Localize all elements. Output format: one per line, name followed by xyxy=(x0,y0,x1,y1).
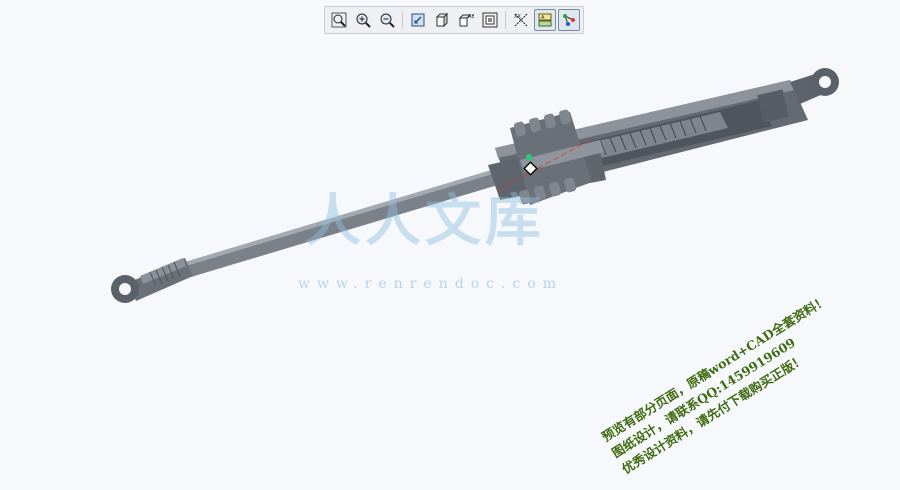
lower-rod-end xyxy=(111,258,193,303)
watermark-logo: 人人文库 xyxy=(305,189,545,254)
datum-axes-icon: XX xyxy=(514,13,528,27)
repaint-icon xyxy=(411,13,425,27)
zoom-out-button[interactable] xyxy=(376,9,398,31)
toolbar-separator xyxy=(402,11,403,29)
svg-text:A: A xyxy=(541,15,545,21)
zoom-fit-icon xyxy=(331,12,347,28)
named-view-icon: AB xyxy=(458,14,474,27)
datum-plane-icon: A xyxy=(538,13,552,27)
toolbar-separator xyxy=(505,11,506,29)
zoom-out-icon xyxy=(380,13,395,28)
display-style-button[interactable] xyxy=(431,9,453,31)
datum-point-icon xyxy=(563,14,575,26)
svg-text:AB: AB xyxy=(468,14,474,20)
svg-text:XX: XX xyxy=(514,14,521,20)
view-manager-icon xyxy=(482,12,498,28)
cube-icon xyxy=(435,12,449,28)
view-toolbar: AB XX A xyxy=(324,6,584,34)
point-display-button[interactable] xyxy=(558,9,580,31)
zoom-in-icon xyxy=(356,13,371,28)
datum-display-button[interactable]: XX xyxy=(510,9,532,31)
saved-views-button[interactable]: AB xyxy=(455,9,477,31)
zoom-in-button[interactable] xyxy=(352,9,374,31)
watermark-site: www.renrendoc.com xyxy=(298,276,563,292)
view-manager-button[interactable] xyxy=(479,9,501,31)
repaint-button[interactable] xyxy=(407,9,429,31)
zoom-fit-button[interactable] xyxy=(328,9,350,31)
plane-display-button[interactable]: A xyxy=(534,9,556,31)
